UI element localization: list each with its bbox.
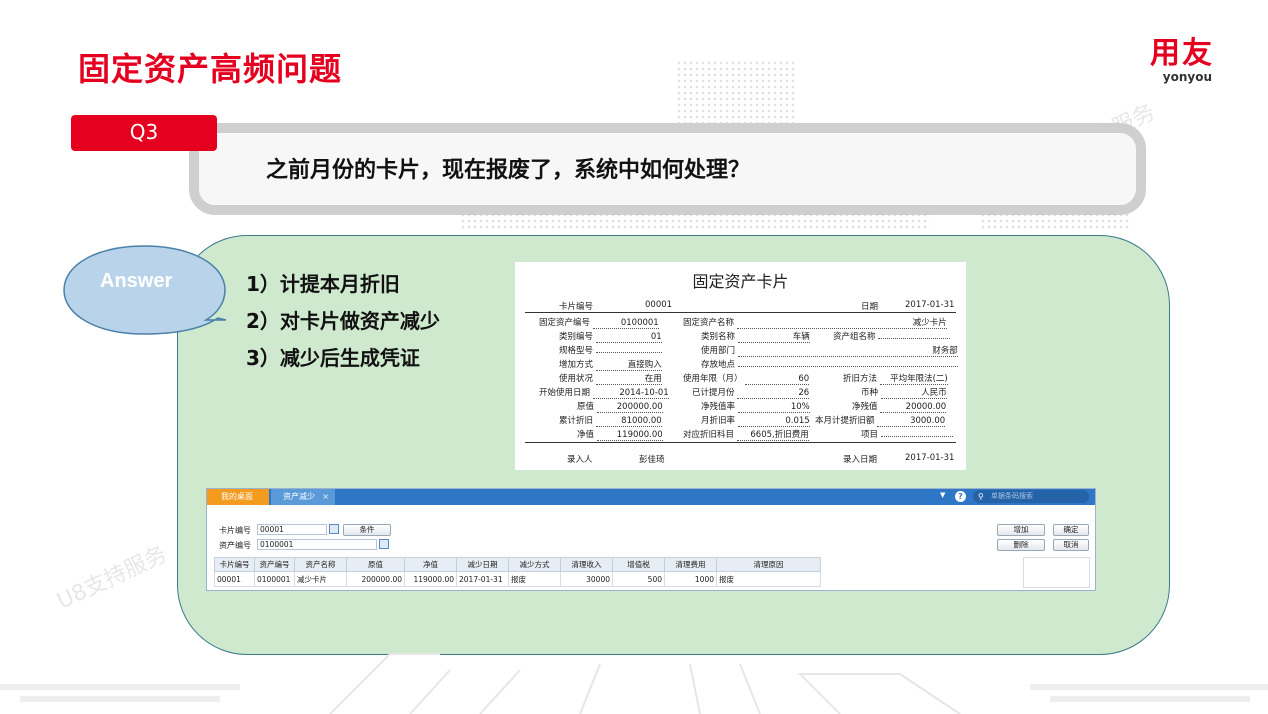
lookup-icon[interactable] (379, 539, 389, 549)
col-header[interactable]: 净值 (404, 557, 457, 572)
col-header[interactable]: 清理收入 (560, 557, 613, 572)
close-icon[interactable]: × (322, 489, 329, 505)
card-rule (525, 312, 956, 313)
card-no-label: 卡片编号 (219, 526, 251, 535)
question-text: 之前月份的卡片，现在报废了，系统中如何处理？ (266, 158, 751, 183)
col-header[interactable]: 原值 (346, 557, 405, 572)
chevron-down-icon[interactable]: ▼ (940, 491, 945, 499)
tab-asset-reduction[interactable]: 资产减少 × (271, 489, 335, 505)
condition-button[interactable]: 条件 (343, 524, 391, 536)
card-field: 月折旧率 0.015 (701, 416, 810, 427)
slide-title: 固定资产高频问题 (78, 50, 343, 88)
cell[interactable]: 报废 (716, 571, 821, 587)
card-field: 2017-01-31 (905, 453, 955, 463)
card-field: 00001 (645, 300, 673, 310)
card-field: 项目 (861, 428, 953, 440)
card-field: 对应折旧科目 6605,折旧费用 (683, 430, 809, 441)
card-field: 规格型号 (559, 344, 662, 356)
reduction-table: 卡片编号 资产编号 资产名称 原值 净值 减少日期 减少方式 清理收入 增值税 … (214, 557, 821, 587)
card-field: 卡片编号 (559, 302, 594, 312)
col-header[interactable]: 资产名称 (294, 557, 347, 572)
lookup-icon[interactable] (329, 524, 339, 534)
cell[interactable]: 报废 (508, 571, 561, 587)
cell[interactable]: 30000 (560, 571, 613, 587)
card-field: 开始使用日期 2014-10-01 (539, 388, 669, 399)
cell[interactable]: 0100001 (254, 571, 295, 587)
card-field: 本月计提折旧额 3000.00 (815, 416, 946, 427)
card-no-input[interactable]: 00001 (257, 524, 327, 535)
search-icon: ⚲ (978, 492, 984, 501)
card-field: 录入人 (567, 455, 593, 465)
table-row[interactable]: 00001 0100001 减少卡片 200000.00 119000.00 2… (214, 571, 821, 587)
col-header[interactable]: 清理原因 (716, 557, 821, 572)
decor-lines (0, 653, 1268, 714)
cell[interactable]: 1000 (664, 571, 717, 587)
card-field: 录入日期 (843, 455, 878, 465)
step-item: 3）减少后生成凭证 (246, 346, 420, 370)
logo-cn: 用友 (1150, 36, 1214, 71)
asset-no-input[interactable]: 0100001 (257, 539, 377, 550)
asset-no-label: 资产编号 (219, 541, 251, 550)
card-field: 累计折旧 81000.00 (559, 416, 662, 427)
answer-label: Answer (100, 270, 173, 292)
help-icon[interactable]: ? (955, 491, 966, 502)
cell[interactable]: 2017-01-31 (456, 571, 509, 587)
search-input[interactable]: ⚲ 单据条码搜索 (973, 490, 1089, 503)
watermark: U8支持服务 (53, 541, 171, 615)
confirm-button[interactable]: 确定 (1053, 524, 1089, 536)
card-field: 2017-01-31 (905, 300, 955, 310)
question-tag: Q3 (71, 115, 217, 151)
window-tab-bar: 我的桌面 资产减少 × ▼ ? ⚲ 单据条码搜索 (207, 489, 1095, 505)
card-field: 使用状况 在用 (559, 374, 662, 385)
card-field: 币种 人民币 (861, 388, 947, 399)
cell[interactable]: 119000.00 (404, 571, 457, 587)
card-field: 类别编号 01 (559, 332, 662, 343)
card-field: 净值 119000.00 (577, 430, 663, 441)
col-header[interactable]: 减少方式 (508, 557, 561, 572)
card-field: 固定资产编号 0100001 (539, 318, 659, 329)
card-field: 原值 200000.00 (577, 402, 663, 413)
card-field: 净残值率 10% (701, 402, 810, 413)
add-button[interactable]: 增加 (997, 524, 1045, 536)
cell[interactable]: 500 (612, 571, 665, 587)
step-item: 1）计提本月折旧 (246, 272, 400, 296)
cell[interactable]: 减少卡片 (294, 571, 347, 587)
cell[interactable]: 00001 (214, 571, 255, 587)
card-field: 日期 (861, 302, 879, 312)
asset-reduction-window: 我的桌面 资产减少 × ▼ ? ⚲ 单据条码搜索 卡片编号 00001 条件 资… (206, 488, 1096, 591)
step-item: 2）对卡片做资产减少 (246, 309, 440, 333)
card-field: 存放地点 (701, 358, 958, 370)
card-field: 净残值 20000.00 (852, 402, 947, 413)
delete-button[interactable]: 删除 (997, 539, 1045, 551)
card-title: 固定资产卡片 (692, 272, 789, 291)
card-field: 增加方式 直接购入 (559, 360, 662, 371)
col-header[interactable]: 增值税 (612, 557, 665, 572)
col-header[interactable]: 清理费用 (664, 557, 717, 572)
card-field: 折旧方法 平均年限法(二) (843, 374, 948, 385)
cell[interactable]: 200000.00 (346, 571, 405, 587)
card-field: 已计提月份 26 (692, 388, 810, 399)
asset-card: 固定资产卡片 卡片编号 00001 日期 2017-01-31 固定资产编号 0… (515, 262, 966, 470)
table-header-row: 卡片编号 资产编号 资产名称 原值 净值 减少日期 减少方式 清理收入 增值税 … (214, 557, 821, 572)
tab-my-desktop[interactable]: 我的桌面 (207, 489, 269, 505)
yonyou-logo: 用友 yonyou (1150, 36, 1214, 84)
search-placeholder: 单据条码搜索 (991, 492, 1033, 500)
col-header[interactable]: 资产编号 (254, 557, 295, 572)
card-field: 彭佳琦 (639, 455, 665, 465)
tab-label: 资产减少 (283, 492, 315, 501)
card-field: 资产组名称 (833, 330, 951, 342)
col-header[interactable]: 卡片编号 (214, 557, 255, 572)
grid-empty-area (1023, 557, 1090, 588)
card-field: 使用部门 财务部 (701, 346, 958, 357)
card-field: 类别名称 车辆 (701, 332, 810, 343)
col-header[interactable]: 减少日期 (456, 557, 509, 572)
card-rule (525, 442, 956, 443)
cancel-button[interactable]: 取消 (1053, 539, 1089, 551)
card-field: 使用年限（月） 60 (683, 374, 810, 385)
logo-en: yonyou (1162, 70, 1212, 84)
answer-steps: 1）计提本月折旧 2）对卡片做资产减少 3）减少后生成凭证 (246, 266, 440, 377)
card-field: 固定资产名称 减少卡片 (683, 318, 947, 329)
